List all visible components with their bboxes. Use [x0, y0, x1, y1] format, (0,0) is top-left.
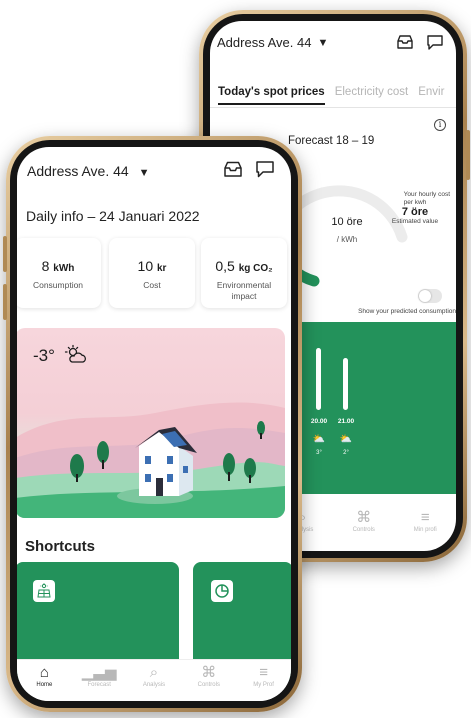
nav-label: Home — [36, 682, 53, 688]
nav-label: Controls — [352, 527, 375, 533]
plug-icon: ⌘ — [201, 664, 217, 681]
home-icon: ⌂ — [39, 664, 49, 681]
environmental-impact-card[interactable]: 0,5 kg CO₂ Environmental impact — [201, 238, 287, 308]
consumption-value: 8 — [41, 258, 50, 274]
price-tabs: Today's spot prices Electricity cost Env… — [218, 86, 444, 105]
consumption-card[interactable]: 8 kWh Consumption — [17, 238, 101, 308]
front-phone: Address Ave. 44 ▼ Daily info – 24 Januar… — [3, 136, 302, 712]
price-bar — [316, 348, 321, 410]
inbox-icon[interactable] — [396, 35, 414, 50]
gauge-value: 10 öre — [331, 216, 363, 228]
cost-unit: kr — [157, 263, 167, 274]
address-selector[interactable]: Address Ave. 44 ▼ — [27, 163, 149, 179]
plug-icon: ⌘ — [356, 509, 372, 526]
tab-electricity-cost[interactable]: Electricity cost — [335, 86, 409, 105]
forecast-title: Forecast 18 – 19 — [288, 135, 375, 147]
hourly-cost-value: 7 öre — [401, 206, 429, 218]
landscape-illustration — [17, 402, 285, 518]
nav-label: Controls — [197, 682, 220, 688]
environmental-label: Environmental impact — [216, 280, 272, 301]
partly-cloudy-icon: ⛅ — [339, 434, 353, 445]
consumption-label: Consumption — [32, 280, 84, 290]
hourly-cost-label: Your hourly cost — [403, 191, 450, 198]
environmental-unit: kg CO₂ — [238, 263, 273, 274]
nav-label: Analysis — [142, 682, 166, 688]
nav-item-controls[interactable]: ⌘ Controls — [181, 660, 236, 701]
chat-icon[interactable] — [255, 160, 275, 179]
nav-label: Min profi — [413, 527, 437, 533]
bottom-navigation: ⌂ Home ▁▃▅ Forecast ⌕ Analysis ⌘ Controls ≡ My Pr… — [17, 659, 291, 701]
tab-spot-prices[interactable]: Today's spot prices — [218, 86, 325, 105]
predicted-consumption-label: Show your predicted consumption — [358, 308, 456, 315]
nav-item-forecast[interactable]: ▁▃▅ Forecast — [72, 660, 127, 701]
inbox-icon[interactable] — [223, 161, 243, 178]
bar-chart-icon: ▁▃▅ — [81, 664, 117, 681]
chat-icon[interactable] — [426, 34, 444, 51]
search-icon: ⌕ — [149, 664, 159, 681]
predicted-consumption-toggle[interactable] — [418, 289, 442, 303]
tabs-divider — [210, 107, 456, 108]
weather-illustration-card[interactable]: -3° — [17, 328, 285, 518]
address-label: Address Ave. 44 — [27, 163, 129, 179]
tab-environment[interactable]: Envir — [418, 86, 444, 105]
menu-icon: ≡ — [420, 509, 430, 526]
menu-icon: ≡ — [259, 664, 268, 681]
consumption-unit: kWh — [53, 263, 75, 274]
hour-temp: 2° — [343, 450, 349, 456]
hourly-cost-note: Estimated value — [391, 218, 439, 225]
promo-stage: Address Ave. 44 ▼ Today's spot prices El… — [0, 0, 471, 718]
daily-stat-cards: 8 kWh Consumption 10 kr Cost 0,5 kg CO₂ … — [17, 238, 291, 308]
nav-item-my-prof[interactable]: ≡ My Prof — [236, 660, 291, 701]
nav-item-analysis[interactable]: ⌕ Analysis — [127, 660, 182, 701]
price-bar — [343, 358, 348, 410]
environmental-value: 0,5 — [215, 258, 235, 274]
daily-info-title: Daily info – 24 Januari 2022 — [26, 208, 200, 224]
shortcuts-title: Shortcuts — [25, 538, 96, 555]
chevron-down-icon: ▼ — [138, 167, 150, 179]
pie-chart-icon — [211, 580, 233, 602]
volume-down-button — [3, 284, 7, 320]
nav-item-controls[interactable]: ⌘ Controls — [333, 505, 395, 551]
cost-value: 10 — [137, 258, 154, 274]
cost-label: Cost — [143, 280, 161, 290]
hour-time: 21.00 — [337, 418, 355, 425]
solar-panel-icon — [33, 580, 55, 602]
info-icon[interactable]: i — [434, 119, 446, 131]
home-screen: Address Ave. 44 ▼ Daily info – 24 Januar… — [17, 147, 291, 701]
side-button — [466, 130, 470, 180]
cost-card[interactable]: 10 kr Cost — [109, 238, 195, 308]
nav-item-home[interactable]: ⌂ Home — [17, 660, 72, 701]
hour-column[interactable]: 21.00 ⛅ 2° — [326, 322, 366, 494]
nav-label: Forecast — [87, 682, 111, 688]
hourly-cost-box: Your hourly cost per kwh 7 öre Estimated… — [380, 191, 450, 226]
volume-up-button — [3, 236, 7, 272]
nav-item-min-profi[interactable]: ≡ Min profi — [395, 505, 457, 551]
address-label: Address Ave. 44 — [217, 35, 312, 50]
nav-label: My Prof — [253, 682, 274, 688]
gauge-unit: / kWh — [336, 235, 358, 244]
chevron-down-icon: ▼ — [317, 36, 329, 49]
